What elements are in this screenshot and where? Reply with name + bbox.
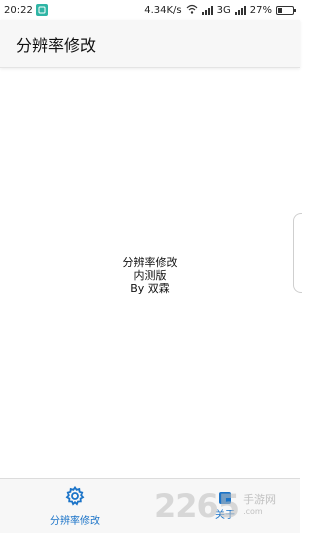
- nav-label-resolution: 分辨率修改: [50, 515, 100, 527]
- edge-swipe-handle[interactable]: [293, 213, 302, 293]
- main-content: 分辨率修改 内测版 By 双霖: [0, 68, 302, 478]
- status-time: 20:22: [4, 4, 33, 16]
- signal-icon-2: [234, 5, 246, 15]
- info-text-block: 分辨率修改 内测版 By 双霖: [123, 256, 178, 295]
- status-left: 20:22: [4, 4, 48, 16]
- status-network-speed: 4.34K/s: [144, 4, 182, 16]
- status-bar: 20:22 4.34K/s 3G 27%: [0, 0, 300, 20]
- nav-label-about: 关于: [215, 509, 235, 521]
- status-right: 4.34K/s 3G 27%: [144, 4, 296, 17]
- battery-icon: [276, 5, 296, 15]
- info-version: 内测版: [133, 268, 167, 282]
- app-bar: 分辨率修改: [0, 20, 300, 68]
- info-app-name: 分辨率修改: [122, 255, 178, 269]
- info-author: By 双霖: [130, 281, 170, 295]
- page-title: 分辨率修改: [16, 35, 97, 55]
- wifi-icon: [186, 4, 198, 17]
- signal-icon: [201, 5, 213, 15]
- nav-item-about[interactable]: 关于: [150, 479, 300, 533]
- battery-fill: [278, 7, 282, 13]
- status-network-type: 3G: [216, 4, 231, 16]
- battery-percent: 27%: [249, 4, 272, 16]
- nav-item-resolution[interactable]: 分辨率修改: [0, 479, 150, 533]
- info-icon: [219, 491, 231, 504]
- bottom-nav: 分辨率修改 关于: [0, 478, 300, 533]
- notification-app-icon: [35, 4, 48, 16]
- gear-icon: [65, 485, 85, 510]
